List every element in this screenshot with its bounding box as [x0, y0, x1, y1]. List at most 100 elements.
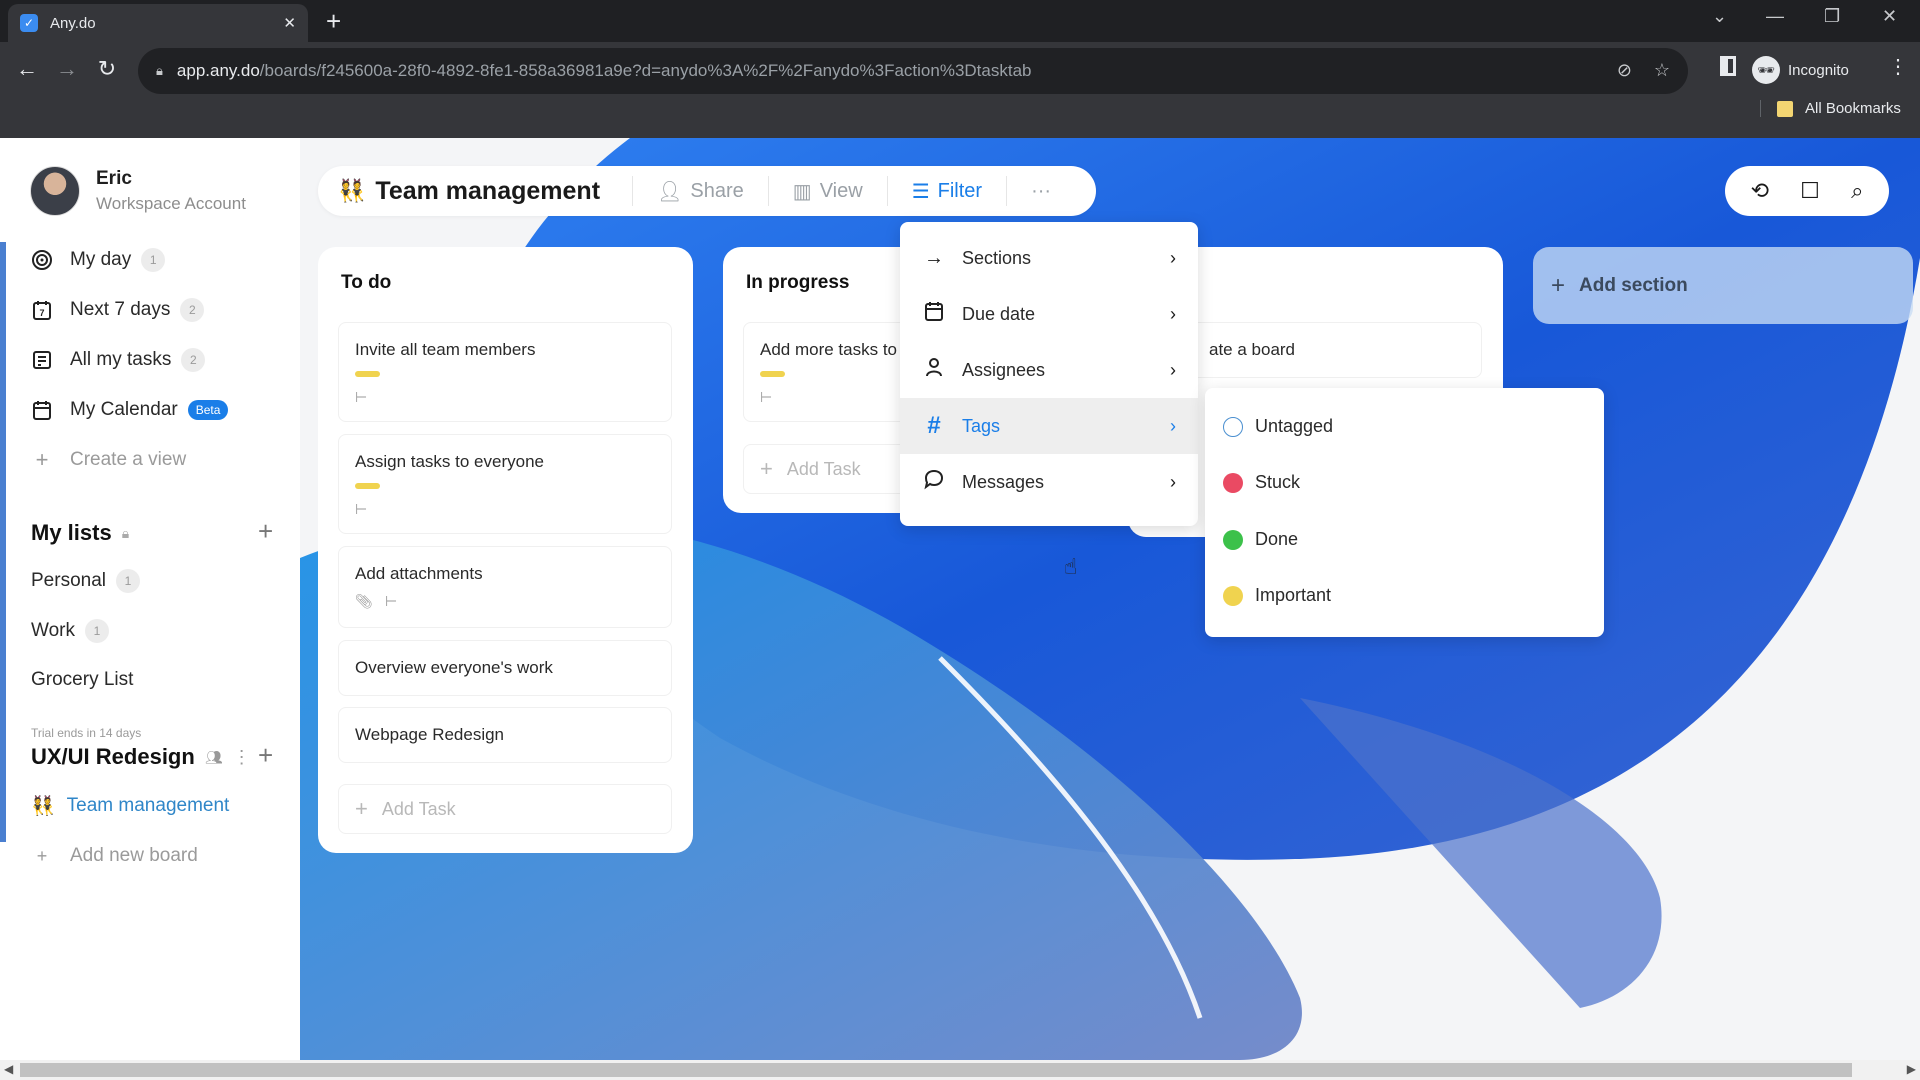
trial-notice: Trial ends in 14 days: [31, 726, 142, 740]
members-icon[interactable]: 👥︎: [205, 749, 223, 766]
add-list-button[interactable]: +: [258, 516, 273, 547]
tag-option-done[interactable]: Done: [1223, 529, 1298, 550]
list-item-personal[interactable]: Personal 1: [31, 569, 140, 593]
task-card[interactable]: ate a board: [1148, 322, 1482, 378]
add-to-workspace-button[interactable]: +: [258, 740, 273, 771]
list-item-grocery-list[interactable]: Grocery List: [31, 669, 133, 691]
divider: [632, 176, 634, 206]
plus-icon: +: [355, 796, 368, 821]
anydo-favicon-icon: ✓: [20, 14, 38, 32]
reload-button[interactable]: ↻: [92, 56, 122, 82]
task-title: Overview everyone's work: [355, 658, 553, 677]
new-tab-button[interactable]: +: [326, 6, 341, 36]
workspace-title: UX/UI Redesign: [31, 744, 195, 769]
add-task-button[interactable]: + Add Task: [338, 784, 672, 834]
close-window-button[interactable]: ✕: [1882, 6, 1897, 27]
browser-tab-strip: ✓ Any.do ✕ + ⌄ — ❐ ✕: [0, 0, 1920, 42]
task-card[interactable]: Invite all team members ⊢: [338, 322, 672, 422]
my-lists-title: My lists: [31, 520, 112, 545]
browser-tab[interactable]: ✓ Any.do ✕: [8, 4, 308, 42]
board-emoji-icon: 👯: [31, 796, 55, 817]
incognito-icon: 🕶︎: [1752, 56, 1780, 84]
eye-slash-icon[interactable]: ⊘: [1617, 60, 1632, 81]
task-card[interactable]: Assign tasks to everyone ⊢: [338, 434, 672, 534]
subtasks-icon: ⊢: [760, 389, 773, 405]
sidebar-item-my-day[interactable]: My day 1: [30, 248, 166, 272]
close-tab-icon[interactable]: ✕: [283, 14, 296, 32]
more-options-button[interactable]: ···: [1021, 180, 1061, 203]
red-dot-icon: [1223, 472, 1243, 493]
address-bar[interactable]: 🔒︎ app.any.do /boards/f245600a-28f0-4892…: [138, 48, 1688, 94]
avatar[interactable]: [30, 166, 80, 216]
task-card[interactable]: Webpage Redesign: [338, 707, 672, 763]
share-button[interactable]: 👤︎ Share: [647, 179, 754, 204]
task-title: Add attachments: [355, 564, 483, 583]
filter-option-label: Assignees: [962, 359, 1046, 380]
divider: [1006, 176, 1008, 206]
plus-icon: +: [1551, 271, 1566, 299]
more-icon: ···: [1031, 179, 1052, 202]
add-new-board-button[interactable]: + Add new board: [30, 844, 198, 868]
scrollbar-thumb[interactable]: [20, 1063, 1852, 1077]
sidebar-item-label: My Calendar: [70, 399, 178, 420]
browser-menu-icon[interactable]: ⋮: [1888, 54, 1908, 79]
search-icon[interactable]: ⌕: [1851, 178, 1863, 204]
task-card[interactable]: Add attachments 📎︎ ⊢: [338, 546, 672, 628]
board-label: Team management: [66, 795, 230, 816]
tab-search-chevron-icon[interactable]: ⌄: [1712, 6, 1727, 27]
tab-title: Any.do: [50, 14, 96, 32]
board-emoji-icon: 👯: [338, 178, 366, 203]
scroll-left-arrow-icon[interactable]: ◀: [4, 1062, 13, 1076]
filter-button[interactable]: ☰ Filter: [902, 179, 992, 204]
add-section-button[interactable]: + Add section: [1533, 247, 1913, 324]
user-profile[interactable]: Eric Workspace Account: [30, 166, 246, 216]
count-badge: 1: [84, 619, 109, 643]
workspace-header[interactable]: UX/UI Redesign 👥︎ ⋮: [31, 744, 251, 770]
count-badge: 2: [180, 298, 205, 322]
board-item-team-management[interactable]: 👯 Team management: [31, 794, 229, 818]
tag-indicator: [355, 371, 380, 377]
forward-button[interactable]: →: [52, 56, 82, 82]
tag-option-stuck[interactable]: Stuck: [1223, 472, 1300, 493]
calendar-icon: [922, 300, 946, 328]
lock-icon: 🔒︎: [156, 63, 163, 78]
all-bookmarks-button[interactable]: All Bookmarks: [1760, 100, 1901, 117]
sidebar-item-next-7-days[interactable]: 7 Next 7 days 2: [30, 298, 205, 322]
plus-icon: +: [760, 456, 773, 481]
bookmark-star-icon[interactable]: ☆: [1654, 60, 1670, 81]
create-view-button[interactable]: + Create a view: [30, 447, 187, 472]
all-bookmarks-label: All Bookmarks: [1805, 100, 1901, 117]
horizontal-scrollbar[interactable]: ◀ ▶: [0, 1060, 1920, 1080]
workspace-more-icon[interactable]: ⋮: [233, 747, 251, 768]
tag-label: Stuck: [1255, 472, 1301, 492]
filter-option-tags[interactable]: # Tags ›: [900, 398, 1198, 454]
url-path: /boards/f245600a-28f0-4892-8fe1-858a3698…: [259, 61, 1032, 80]
fullscreen-icon[interactable]: ☐: [1800, 178, 1820, 204]
back-button[interactable]: ←: [12, 56, 42, 82]
filter-option-label: Messages: [962, 471, 1045, 492]
list-item-work[interactable]: Work 1: [31, 619, 109, 643]
svg-text:7: 7: [39, 308, 44, 318]
create-view-label: Create a view: [70, 449, 187, 470]
tag-option-important[interactable]: Important: [1223, 585, 1331, 606]
incognito-indicator[interactable]: 🕶︎ Incognito: [1752, 52, 1849, 88]
minimize-button[interactable]: —: [1766, 6, 1784, 27]
plus-icon: +: [36, 845, 48, 866]
sidebar-item-all-my-tasks[interactable]: All my tasks 2: [30, 348, 206, 372]
board-header: 👯 Team management 👤︎ Share ▥ View ☰ Filt…: [318, 166, 1096, 216]
filter-option-sections[interactable]: → Sections ›: [900, 230, 1198, 286]
sync-icon[interactable]: ⟲: [1751, 178, 1769, 204]
filter-option-assignees[interactable]: Assignees ›: [900, 342, 1198, 398]
scroll-right-arrow-icon[interactable]: ▶: [1907, 1062, 1916, 1076]
incognito-label: Incognito: [1788, 61, 1849, 79]
sidebar-item-my-calendar[interactable]: My Calendar Beta: [30, 398, 229, 422]
task-card[interactable]: Overview everyone's work: [338, 640, 672, 696]
tag-option-untagged[interactable]: Untagged: [1223, 416, 1333, 437]
filter-option-due-date[interactable]: Due date ›: [900, 286, 1198, 342]
side-panel-icon[interactable]: [1720, 56, 1736, 76]
filter-option-messages[interactable]: Messages ›: [900, 454, 1198, 510]
add-task-label: Add Task: [381, 798, 456, 819]
view-button[interactable]: ▥ View: [783, 179, 873, 204]
chevron-right-icon: ›: [1170, 303, 1176, 324]
restore-button[interactable]: ❐: [1824, 6, 1840, 27]
